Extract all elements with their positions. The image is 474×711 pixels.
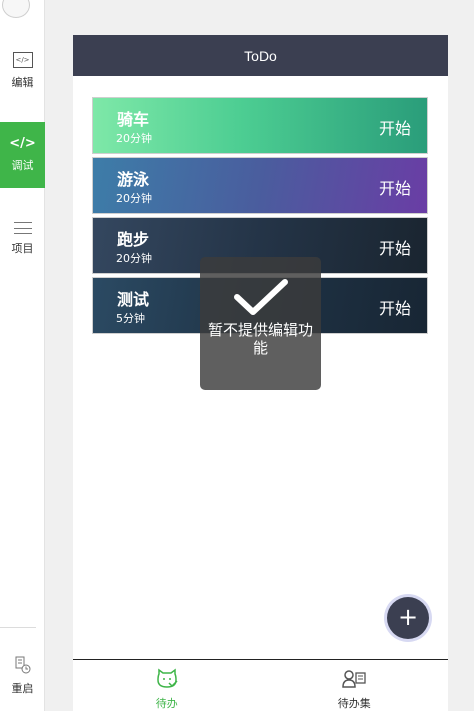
start-button[interactable]: 开始 bbox=[379, 175, 411, 199]
tabbar: 待办 待办集 bbox=[73, 659, 448, 711]
debug-button[interactable]: </> 调试 bbox=[0, 122, 45, 188]
tab-todo-label: 待办 bbox=[155, 697, 178, 710]
todo-duration: 20分钟 bbox=[116, 192, 152, 205]
navbar: ToDo bbox=[73, 35, 448, 76]
todo-duration: 5分钟 bbox=[116, 312, 145, 325]
tab-todo[interactable]: 待办 bbox=[73, 660, 261, 711]
edit-button[interactable]: </> 编辑 bbox=[0, 52, 45, 107]
todo-name: 跑步 bbox=[117, 230, 150, 249]
add-todo-button[interactable]: + bbox=[387, 597, 429, 639]
checkmark-icon bbox=[233, 279, 288, 315]
start-button[interactable]: 开始 bbox=[379, 115, 411, 139]
edit-label: 编辑 bbox=[11, 76, 34, 89]
todo-item[interactable]: 游泳 20分钟 开始 bbox=[92, 157, 428, 214]
restart-button[interactable]: 重启 bbox=[0, 656, 45, 704]
menu-icon bbox=[13, 222, 32, 234]
todo-name: 骑车 bbox=[117, 110, 150, 129]
page-title: ToDo bbox=[244, 47, 277, 64]
start-button[interactable]: 开始 bbox=[379, 235, 411, 259]
todo-item[interactable]: 骑车 20分钟 开始 bbox=[92, 97, 428, 154]
debug-label: 调试 bbox=[11, 159, 34, 172]
phone-simulator: ToDo 骑车 20分钟 开始 游泳 20分钟 开始 跑步 20分钟 开始 测试… bbox=[73, 35, 448, 711]
avatar[interactable] bbox=[2, 0, 30, 18]
todo-duration: 20分钟 bbox=[116, 132, 152, 145]
todo-name: 游泳 bbox=[117, 170, 150, 189]
code-icon: </> bbox=[9, 136, 36, 151]
todo-name: 测试 bbox=[117, 290, 150, 309]
project-label: 项目 bbox=[11, 242, 34, 255]
tab-todo-sets[interactable]: 待办集 bbox=[261, 660, 449, 711]
tab-todo-sets-label: 待办集 bbox=[337, 697, 371, 710]
contact-card-icon bbox=[342, 670, 366, 688]
cat-icon bbox=[156, 668, 178, 688]
restart-label: 重启 bbox=[11, 682, 34, 695]
code-window-icon: </> bbox=[12, 52, 33, 68]
ide-sidebar: </> 编辑 </> 调试 项目 重启 bbox=[0, 0, 45, 711]
toast: 暂不提供编辑功能 bbox=[200, 257, 321, 390]
restart-icon bbox=[15, 656, 30, 674]
sidebar-divider bbox=[0, 627, 36, 628]
toast-message: 暂不提供编辑功能 bbox=[207, 321, 313, 357]
start-button[interactable]: 开始 bbox=[379, 295, 411, 319]
todo-duration: 20分钟 bbox=[116, 252, 152, 265]
project-button[interactable]: 项目 bbox=[0, 222, 45, 272]
